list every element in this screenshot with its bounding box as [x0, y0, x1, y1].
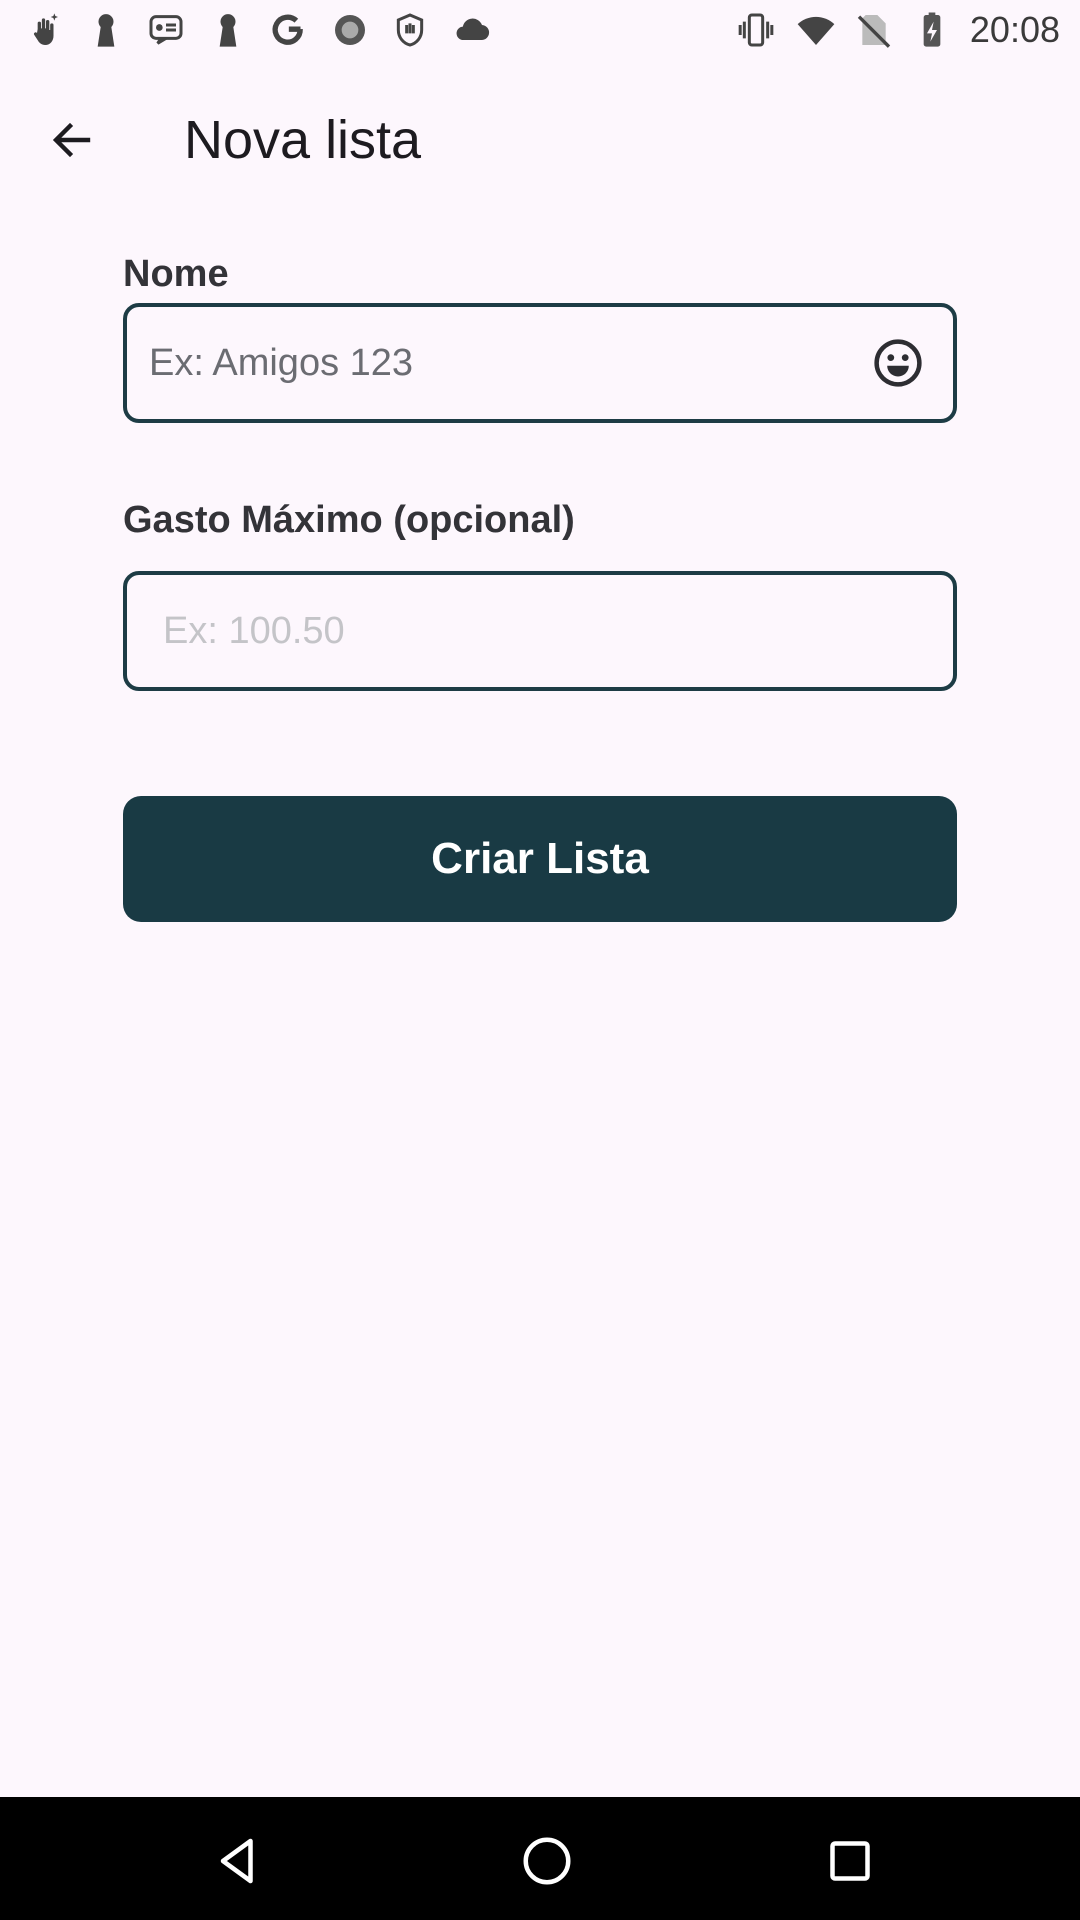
back-button[interactable]: [32, 100, 112, 180]
hand-shield-icon: [390, 10, 430, 50]
nav-home-circle-icon: [523, 1837, 571, 1885]
nav-recents-square-icon: [830, 1841, 870, 1881]
app-bar: Nova lista: [0, 62, 1080, 202]
keyhole-icon: [208, 10, 248, 50]
page-title: Nova lista: [184, 110, 422, 170]
no-sim-icon: [854, 10, 894, 50]
nav-back-triangle-icon: [220, 1838, 253, 1884]
gasto-field-container: [123, 571, 957, 691]
nav-back-button[interactable]: [198, 1821, 278, 1901]
screen: 20:08 Nova lista Nome Gasto Máximo (opci…: [0, 0, 1080, 1920]
status-time: 20:08: [969, 9, 1060, 50]
arrow-left-icon: [52, 122, 91, 158]
vibrate-icon: [736, 10, 776, 50]
criar-lista-button[interactable]: Criar Lista: [123, 796, 957, 922]
nome-label: Nome: [123, 253, 229, 295]
keyhole-icon: [86, 10, 126, 50]
nome-field-container: [123, 303, 957, 423]
gasto-label: Gasto Máximo (opcional): [123, 499, 575, 541]
circle-record-icon: [330, 10, 370, 50]
message-card-icon: [146, 10, 186, 50]
google-icon: [268, 10, 308, 50]
navigation-bar: [0, 1797, 1080, 1920]
hand-sparkle-icon: [26, 10, 66, 50]
nav-home-button[interactable]: [507, 1821, 587, 1901]
emoji-smile-icon: [874, 339, 922, 387]
gasto-input[interactable]: [127, 575, 953, 687]
wifi-icon: [796, 10, 836, 50]
nome-input[interactable]: [127, 307, 953, 419]
nav-recents-button[interactable]: [810, 1821, 890, 1901]
battery-charging-icon: [912, 10, 952, 50]
emoji-button[interactable]: [871, 336, 925, 390]
status-bar: 20:08: [0, 0, 1080, 62]
cloud-icon: [452, 10, 492, 50]
